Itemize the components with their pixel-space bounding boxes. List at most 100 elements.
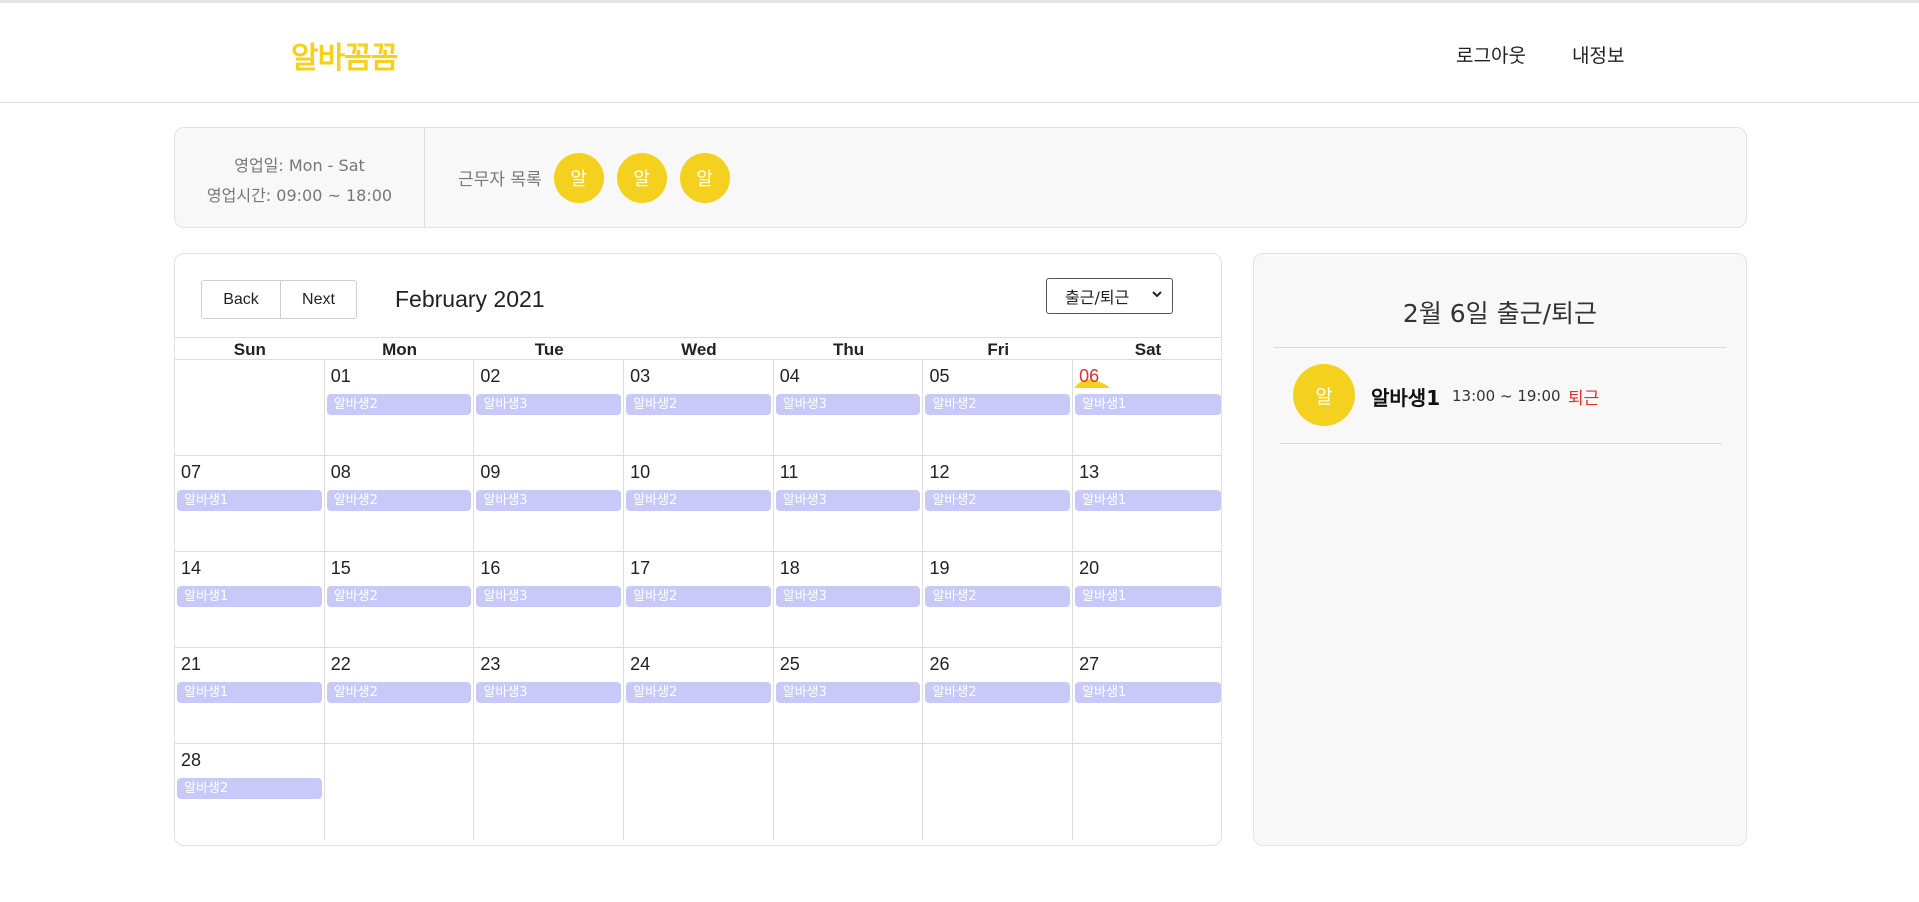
day-number: 12 [929,462,950,482]
shift-event[interactable]: 알바생2 [326,490,472,511]
calendar-day-cell[interactable]: 07 알바생1 [175,456,325,551]
calendar-day-cell[interactable]: 22 알바생2 [325,648,475,743]
shift-event[interactable]: 알바생2 [925,490,1071,511]
next-button[interactable]: Next [281,280,357,319]
shift-event[interactable]: 알바생3 [476,394,622,415]
worker-list-label: 근무자 목록 [458,170,542,190]
day-number: 11 [779,462,799,482]
shift-event[interactable]: 알바생1 [177,682,322,703]
day-number: 04 [779,366,800,386]
calendar-day-cell[interactable]: 12 알바생2 [923,456,1074,551]
calendar-day-cell[interactable]: 06 알바생1 [1073,360,1221,455]
shift-event[interactable]: 알바생3 [476,490,622,511]
attendance-title: 2월 6일 출근/퇴근 [1402,299,1598,328]
weekday-label: Mon [382,340,417,359]
calendar-day-cell[interactable]: 11 알바생3 [774,456,924,551]
shift-event[interactable]: 알바생2 [626,586,771,607]
calendar-day-cell[interactable]: 09 알바생3 [474,456,625,551]
calendar-day-cell [1073,744,1221,840]
calendar-day-cell[interactable]: 14 알바생1 [175,552,325,647]
calendar-day-cell[interactable]: 15 알바생2 [325,552,475,647]
shift-event[interactable]: 알바생3 [476,586,622,607]
day-number: 17 [630,558,651,578]
day-number: 26 [929,654,950,674]
calendar-day-cell[interactable]: 16 알바생3 [474,552,625,647]
calendar-day-cell[interactable]: 28 알바생2 [175,744,325,840]
shift-event[interactable]: 알바생2 [925,394,1071,415]
day-number: 21 [181,654,202,674]
worker-avatar[interactable]: 알 [679,152,730,203]
attendance-record[interactable]: 알 알바생1 13:00 ~ 19:00 퇴근 [1280,364,1722,444]
calendar-day-cell[interactable]: 02 알바생3 [474,360,625,455]
mode-select[interactable]: 출근/퇴근 [1046,278,1173,314]
day-number: 02 [480,366,501,386]
shift-event[interactable]: 알바생3 [775,586,921,607]
shift-event[interactable]: 알바생3 [775,682,921,703]
day-number: 03 [630,366,651,386]
shift-event[interactable]: 알바생2 [326,682,472,703]
calendar-day-cell[interactable]: 23 알바생3 [474,648,625,743]
calendar-day-cell[interactable]: 04 알바생3 [774,360,924,455]
shift-event[interactable]: 알바생1 [177,586,322,607]
day-number: 22 [330,654,351,674]
calendar-day-cell [474,744,625,840]
business-hours-text: 영업시간: 09:00 ~ 18:00 [206,186,393,205]
shift-event[interactable]: 알바생2 [626,490,771,511]
day-number: 24 [630,654,651,674]
weekday-label: Tue [534,340,564,359]
business-days-text: 영업일: Mon - Sat [234,156,365,175]
calendar-day-cell[interactable]: 05 알바생2 [923,360,1074,455]
calendar-day-cell[interactable]: 21 알바생1 [175,648,325,743]
app-logo[interactable]: 알바꼼꼼 [291,33,398,77]
calendar-day-cell[interactable]: 26 알바생2 [923,648,1074,743]
day-number: 01 [330,366,351,386]
calendar-day-cell[interactable]: 19 알바생2 [923,552,1074,647]
calendar-day-cell[interactable]: 08 알바생2 [325,456,475,551]
my-info-link[interactable]: 내정보 [1572,41,1624,68]
calendar-day-cell[interactable]: 18 알바생3 [774,552,924,647]
shift-event[interactable]: 알바생1 [1075,682,1221,703]
weekday-label: Sat [1134,340,1162,359]
shift-event[interactable]: 알바생2 [925,682,1071,703]
calendar-day-cell[interactable]: 27 알바생1 [1073,648,1221,743]
calendar-day-cell[interactable]: 20 알바생1 [1073,552,1221,647]
work-time: 13:00 ~ 19:00 [1452,387,1561,405]
shift-event[interactable]: 알바생1 [177,490,322,511]
back-button[interactable]: Back [201,280,281,319]
shift-event[interactable]: 알바생1 [1075,394,1221,415]
business-hours-box: 영업일: Mon - Sat 영업시간: 09:00 ~ 18:00 [175,128,425,227]
day-number: 16 [480,558,501,578]
worker-avatar[interactable]: 알 [616,152,667,203]
weekday-label: Thu [833,340,865,359]
calendar-day-cell[interactable]: 25 알바생3 [774,648,924,743]
shift-event[interactable]: 알바생2 [326,586,472,607]
shift-event[interactable]: 알바생3 [775,394,921,415]
day-number: 25 [779,654,800,674]
shift-event[interactable]: 알바생3 [775,490,921,511]
shift-event[interactable]: 알바생2 [925,586,1071,607]
calendar-day-cell[interactable]: 17 알바생2 [624,552,774,647]
logout-link[interactable]: 로그아웃 [1456,41,1526,68]
calendar-day-cell[interactable]: 13 알바생1 [1073,456,1221,551]
weekday-label: Fri [987,340,1010,359]
calendar-day-cell[interactable]: 24 알바생2 [624,648,774,743]
day-number: 06 [1079,366,1100,386]
calendar-week: 21 알바생1 22 알바생2 23 알바생3 24 알바생2 25 알바생3 26 알바생2 27 알바… [175,648,1221,744]
calendar-day-cell[interactable]: 01 알바생2 [325,360,475,455]
worker-avatar[interactable]: 알 [553,152,604,203]
shift-event[interactable]: 알바생2 [177,778,322,799]
shift-event[interactable]: 알바생2 [626,394,771,415]
calendar-day-cell [774,744,924,840]
shift-event[interactable]: 알바생1 [1075,586,1221,607]
day-number: 15 [330,558,351,578]
calendar-day-cell[interactable]: 03 알바생2 [624,360,774,455]
calendar-day-cell [175,360,325,455]
shift-event[interactable]: 알바생3 [476,682,622,703]
calendar-week: 07 알바생1 08 알바생2 09 알바생3 10 알바생2 11 알바생3 12 알바생2 13 알바… [175,456,1221,552]
shift-event[interactable]: 알바생2 [626,682,771,703]
shift-event[interactable]: 알바생2 [326,394,472,415]
calendar-grid: Sun Mon Tue Wed Thu Fri Sat 01 알바생2 02 알바생3… [175,337,1221,840]
day-number: 10 [630,462,651,482]
shift-event[interactable]: 알바생1 [1075,490,1221,511]
calendar-day-cell[interactable]: 10 알바생2 [624,456,774,551]
